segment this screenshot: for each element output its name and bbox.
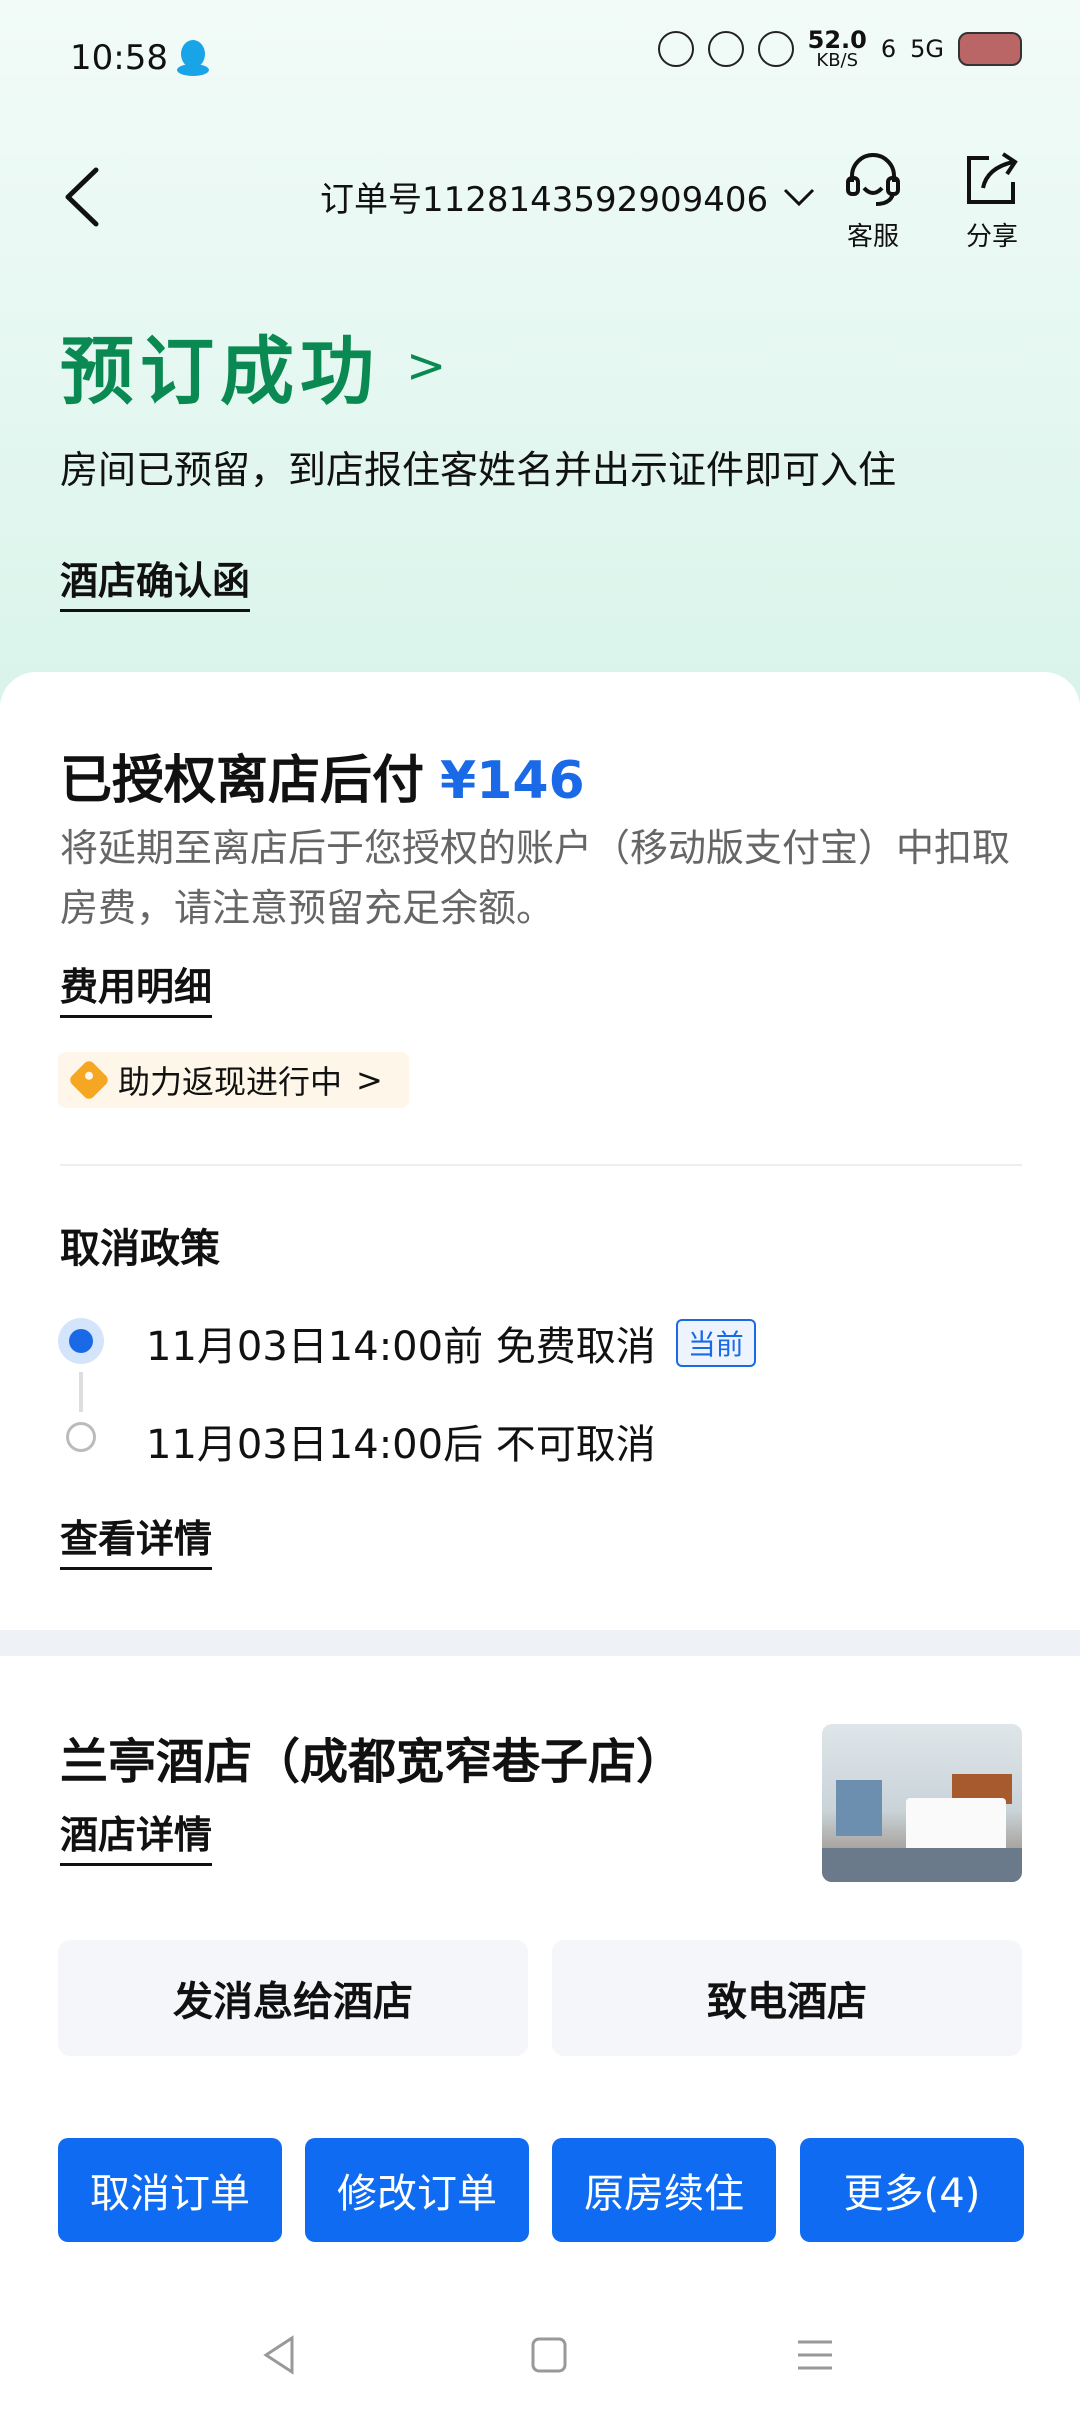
policy-item: 11月03日14:00后 不可取消 [146, 1412, 656, 1470]
headset-icon [846, 153, 900, 206]
wifi-sub-label: 6 [880, 35, 897, 63]
hotel-confirmation-link[interactable]: 酒店确认函 [60, 550, 251, 612]
notification-icon [657, 31, 694, 67]
call-hotel-button[interactable]: 致电酒店 [552, 1940, 1022, 2056]
order-number-dropdown[interactable]: 订单号1128143592909406 [320, 172, 816, 221]
extend-stay-button[interactable]: 原房续住 [552, 2138, 776, 2242]
photo-floor [822, 1848, 1022, 1882]
fee-details-link[interactable]: 费用明细 [60, 956, 213, 1018]
success-title-text: 预订成功 [60, 329, 380, 415]
timeline-dot-current [58, 1318, 104, 1364]
menu-icon[interactable] [790, 2330, 840, 2380]
chevron-down-icon [784, 188, 815, 206]
more-button[interactable]: 更多(4) [800, 2138, 1024, 2242]
chevron-right-icon: > [356, 1061, 383, 1099]
current-badge: 当前 [675, 1319, 756, 1367]
section-separator [0, 1630, 1080, 1656]
cashback-label: 助力返现进行中 [118, 1063, 343, 1101]
back-icon[interactable] [56, 162, 106, 232]
modify-order-button[interactable]: 修改订单 [305, 2138, 529, 2242]
battery-icon [958, 32, 1022, 66]
policy-item-text: 11月03日14:00后 不可取消 [146, 1422, 656, 1468]
success-description: 房间已预留，到店报住客姓名并出示证件即可入住 [60, 448, 897, 492]
cancel-policy-title: 取消政策 [60, 1226, 220, 1272]
timeline-dot [66, 1422, 96, 1452]
customer-service-button[interactable]: 客服 [833, 148, 913, 253]
qq-icon [177, 40, 209, 76]
network-speed-unit: KB/S [816, 50, 859, 71]
app-icon [757, 31, 794, 67]
back-triangle-icon[interactable] [256, 2330, 306, 2380]
payment-amount: ¥146 [440, 751, 585, 811]
view-details-link[interactable]: 查看详情 [60, 1508, 213, 1570]
status-time: 10:58 [70, 38, 168, 78]
booking-success-title[interactable]: 预订成功 > [60, 312, 452, 419]
message-hotel-button[interactable]: 发消息给酒店 [58, 1940, 528, 2056]
payment-title: 已授权离店后付 ¥146 [60, 738, 585, 813]
share-icon [967, 152, 1018, 204]
order-number-label: 订单号1128143592909406 [320, 180, 769, 220]
share-button[interactable]: 分享 [952, 148, 1032, 253]
customer-service-label: 客服 [846, 222, 899, 252]
signal-5g-label: 5G [910, 35, 944, 63]
hotel-photo[interactable] [822, 1724, 1022, 1882]
alarm-icon [707, 31, 744, 67]
status-icons: 52.0 KB/S 6 5G [657, 28, 1022, 70]
chevron-right-icon: > [406, 337, 453, 394]
divider [60, 1164, 1022, 1166]
order-card [0, 672, 1080, 1632]
payment-title-text: 已授权离店后付 [60, 751, 425, 811]
order-detail-page: 10:58 52.0 KB/S 6 5G 订单号1128143592909406 [0, 0, 1080, 2412]
policy-item-text: 11月03日14:00前 免费取消 [146, 1324, 656, 1370]
hotel-name: 兰亭酒店（成都宽窄巷子店） [60, 1734, 685, 1790]
share-label: 分享 [965, 222, 1018, 252]
hotel-details-link[interactable]: 酒店详情 [60, 1804, 213, 1866]
photo-window [836, 1780, 882, 1836]
cancel-order-button[interactable]: 取消订单 [58, 2138, 282, 2242]
tag-icon [67, 1058, 111, 1102]
system-navigation-bar [0, 2300, 1080, 2412]
network-speed: 52.0 KB/S [808, 28, 867, 70]
photo-bed [906, 1798, 1006, 1852]
payment-description: 将延期至离店后于您授权的账户（移动版支付宝）中扣取房费，请注意预留充足余额。 [60, 826, 1011, 930]
cashback-banner[interactable]: 助力返现进行中 > [58, 1052, 409, 1108]
timeline-connector [79, 1372, 83, 1412]
policy-item: 11月03日14:00前 免费取消 当前 [146, 1314, 756, 1372]
status-bar: 10:58 52.0 KB/S 6 5G [0, 0, 1080, 120]
home-square-icon[interactable] [524, 2330, 574, 2380]
